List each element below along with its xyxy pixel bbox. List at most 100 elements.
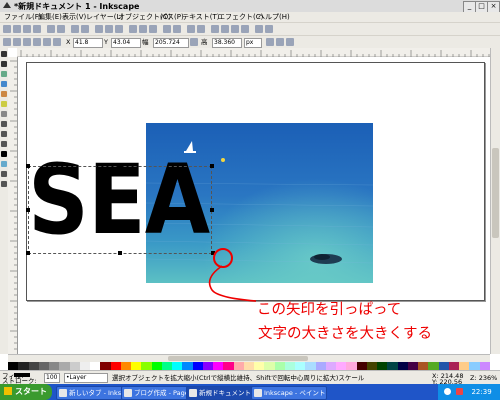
raise-icon[interactable]	[43, 38, 51, 46]
x-field[interactable]: 41.8	[73, 38, 103, 48]
unit-select[interactable]: px	[244, 38, 262, 48]
palette-swatch[interactable]	[38, 362, 49, 370]
palette-swatch[interactable]	[479, 362, 490, 370]
dropper-tool-icon[interactable]	[1, 181, 7, 187]
opacity-field[interactable]: 100	[44, 373, 60, 383]
rotate-cw-icon[interactable]	[13, 38, 21, 46]
palette-swatch[interactable]	[397, 362, 408, 370]
connector-tool-icon[interactable]	[1, 171, 7, 177]
y-field[interactable]: 43.04	[111, 38, 141, 48]
transform-stroke-icon[interactable]	[266, 38, 274, 46]
horizontal-scrollbar[interactable]	[8, 354, 490, 362]
scale-handle-bottom[interactable]	[118, 251, 122, 255]
import-icon[interactable]	[47, 25, 55, 33]
zoom-level[interactable]: Z: 236%	[470, 373, 497, 383]
scale-handle-top-left[interactable]	[26, 164, 30, 168]
palette-swatch[interactable]	[284, 362, 295, 370]
palette-swatch[interactable]	[469, 362, 480, 370]
new-document-icon[interactable]	[3, 25, 11, 33]
palette-swatch[interactable]	[418, 362, 429, 370]
menu-effects[interactable]: エフェクト(C)	[218, 12, 263, 22]
lower-icon[interactable]	[53, 38, 61, 46]
palette-swatch[interactable]	[18, 362, 29, 370]
palette-swatch[interactable]	[448, 362, 459, 370]
zoom-drawing-icon[interactable]	[139, 25, 147, 33]
text-tool-icon[interactable]	[1, 151, 7, 157]
redo-icon[interactable]	[81, 25, 89, 33]
save-icon[interactable]	[23, 25, 31, 33]
print-icon[interactable]	[33, 25, 41, 33]
layer-select[interactable]: •Layer	[64, 373, 108, 383]
zoom-selection-icon[interactable]	[129, 25, 137, 33]
transform-gradient-icon[interactable]	[286, 38, 294, 46]
paste-icon[interactable]	[115, 25, 123, 33]
open-icon[interactable]	[13, 25, 21, 33]
security-icon[interactable]	[456, 388, 464, 395]
undo-icon[interactable]	[71, 25, 79, 33]
palette-swatch[interactable]	[223, 362, 234, 370]
palette-swatch[interactable]	[377, 362, 388, 370]
horizontal-scroll-thumb[interactable]	[168, 356, 308, 361]
palette-swatch[interactable]	[110, 362, 121, 370]
menu-text[interactable]: テキスト(T)	[182, 12, 220, 22]
star-tool-icon[interactable]	[1, 101, 7, 107]
task-button-4[interactable]: Inkscape - ペイント	[251, 386, 327, 400]
palette-swatch[interactable]	[243, 362, 254, 370]
palette-swatch[interactable]	[315, 362, 326, 370]
palette-swatch[interactable]	[438, 362, 449, 370]
palette-swatch[interactable]	[459, 362, 470, 370]
palette-swatch[interactable]	[161, 362, 172, 370]
selector-tool-icon[interactable]	[1, 51, 7, 57]
palette-swatch[interactable]	[120, 362, 131, 370]
palette-swatch[interactable]	[254, 362, 265, 370]
document-properties-icon[interactable]	[265, 25, 273, 33]
copy-icon[interactable]	[95, 25, 103, 33]
palette-swatch[interactable]	[295, 362, 306, 370]
palette-swatch[interactable]	[182, 362, 193, 370]
pen-tool-icon[interactable]	[1, 131, 7, 137]
palette-swatch[interactable]	[305, 362, 316, 370]
palette-swatch[interactable]	[407, 362, 418, 370]
xml-editor-icon[interactable]	[231, 25, 239, 33]
menu-file[interactable]: ファイル(F)	[4, 12, 42, 22]
palette-swatch[interactable]	[90, 362, 101, 370]
ellipse-tool-icon[interactable]	[1, 91, 7, 97]
spiral-tool-icon[interactable]	[1, 111, 7, 117]
palette-swatch[interactable]	[387, 362, 398, 370]
palette-swatch[interactable]	[79, 362, 90, 370]
transform-corners-icon[interactable]	[276, 38, 284, 46]
scale-handle-left[interactable]	[26, 208, 30, 212]
fill-stroke-icon[interactable]	[211, 25, 219, 33]
ungroup-icon[interactable]	[197, 25, 205, 33]
palette-swatch[interactable]	[28, 362, 39, 370]
calligraphy-tool-icon[interactable]	[1, 141, 7, 147]
palette-swatch[interactable]	[264, 362, 275, 370]
palette-swatch[interactable]	[151, 362, 162, 370]
cut-icon[interactable]	[105, 25, 113, 33]
rectangle-tool-icon[interactable]	[1, 81, 7, 87]
volume-icon[interactable]	[444, 388, 451, 395]
height-field[interactable]: 38.360	[212, 38, 242, 48]
palette-swatch[interactable]	[336, 362, 347, 370]
menu-edit[interactable]: 編集(E)	[38, 12, 62, 22]
menu-help[interactable]: ヘルプ(H)	[258, 12, 290, 22]
gradient-tool-icon[interactable]	[1, 161, 7, 167]
text-font-icon[interactable]	[221, 25, 229, 33]
pencil-tool-icon[interactable]	[1, 121, 7, 127]
palette-swatch[interactable]	[202, 362, 213, 370]
palette-swatch[interactable]	[100, 362, 111, 370]
start-button[interactable]: スタート	[0, 384, 52, 400]
scale-handle-top[interactable]	[118, 164, 122, 168]
palette-swatch[interactable]	[325, 362, 336, 370]
group-icon[interactable]	[187, 25, 195, 33]
palette-swatch[interactable]	[274, 362, 285, 370]
palette-swatch[interactable]	[131, 362, 142, 370]
vertical-scroll-thumb[interactable]	[492, 148, 499, 238]
palette-swatch[interactable]	[172, 362, 183, 370]
palette-swatch[interactable]	[366, 362, 377, 370]
preferences-icon[interactable]	[255, 25, 263, 33]
width-field[interactable]: 205.724	[153, 38, 189, 48]
clone-icon[interactable]	[173, 25, 181, 33]
palette-swatch[interactable]	[8, 362, 19, 370]
palette-swatch[interactable]	[428, 362, 439, 370]
